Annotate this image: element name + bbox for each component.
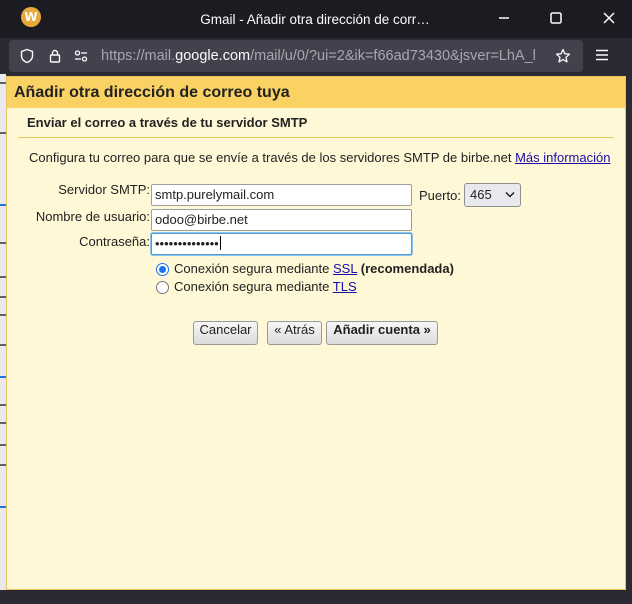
maximize-icon [550,12,562,24]
minimize-button[interactable] [494,8,514,28]
ssl-link[interactable]: SSL [333,261,357,276]
navigation-toolbar: https://mail.google.com/mail/u/0/?ui=2&i… [0,38,632,74]
tls-option-label: Conexión segura mediante [174,279,330,294]
chevron-down-icon [505,191,515,198]
bookmark-star-icon[interactable] [555,48,571,64]
password-input[interactable]: •••••••••••••• [151,233,412,255]
close-window-button[interactable] [599,8,619,28]
password-value: •••••••••••••• [155,236,219,251]
url-prefix: https://mail. [101,48,176,64]
url-bar[interactable]: https://mail.google.com/mail/u/0/?ui=2&i… [9,40,583,72]
window-title: Gmail - Añadir otra dirección de corr… [200,12,430,27]
shield-icon[interactable] [19,48,35,64]
smtp-server-input[interactable]: smtp.purelymail.com [151,184,412,206]
dialog-header: Añadir otra dirección de correo tuya [7,77,625,108]
add-email-dialog: Añadir otra dirección de correo tuya Env… [6,76,626,590]
maximize-button[interactable] [546,8,566,28]
section-divider [18,137,614,138]
ssl-recommended-label: (recomendada) [360,261,454,276]
permissions-icon[interactable] [73,48,89,64]
smtp-description: Configura tu correo para que se envíe a … [29,150,610,165]
url-text[interactable]: https://mail.google.com/mail/u/0/?ui=2&i… [101,40,549,72]
text-cursor [219,236,221,250]
lock-icon[interactable] [47,48,63,64]
url-domain: google.com [175,48,251,64]
username-label: Nombre de usuario: [35,209,150,224]
hamburger-menu-icon[interactable] [593,46,611,64]
window-titlebar: W Gmail - Añadir otra dirección de corr… [0,0,632,38]
back-button[interactable]: « Atrás [267,321,322,345]
close-icon [603,12,615,24]
minimize-icon [499,17,509,19]
section-title: Enviar el correo a través de tu servidor… [27,115,308,130]
add-account-button[interactable]: Añadir cuenta » [326,321,438,345]
port-select[interactable]: 465 [464,183,521,207]
page-content: Añadir otra dirección de correo tuya Env… [0,74,632,604]
username-input[interactable]: odoo@birbe.net [151,209,412,231]
description-text: Configura tu correo para que se envíe a … [29,150,512,165]
port-label: Puerto: [419,188,461,203]
ssl-option-label: Conexión segura mediante [174,261,330,276]
url-suffix: /mail/u/0/?ui=2&ik=f66ad73430&jsver=LhA_… [250,48,536,64]
more-info-link[interactable]: Más información [515,150,610,165]
password-label: Contraseña: [79,234,150,249]
tls-radio[interactable] [156,281,169,294]
ssl-radio[interactable] [156,263,169,276]
tls-link[interactable]: TLS [333,279,357,294]
browser-logo-icon: W [21,7,41,27]
cancel-button[interactable]: Cancelar [193,321,258,345]
window-bottom-edge [0,592,632,604]
smtp-server-label: Servidor SMTP: [58,182,150,197]
port-value: 465 [470,187,492,202]
